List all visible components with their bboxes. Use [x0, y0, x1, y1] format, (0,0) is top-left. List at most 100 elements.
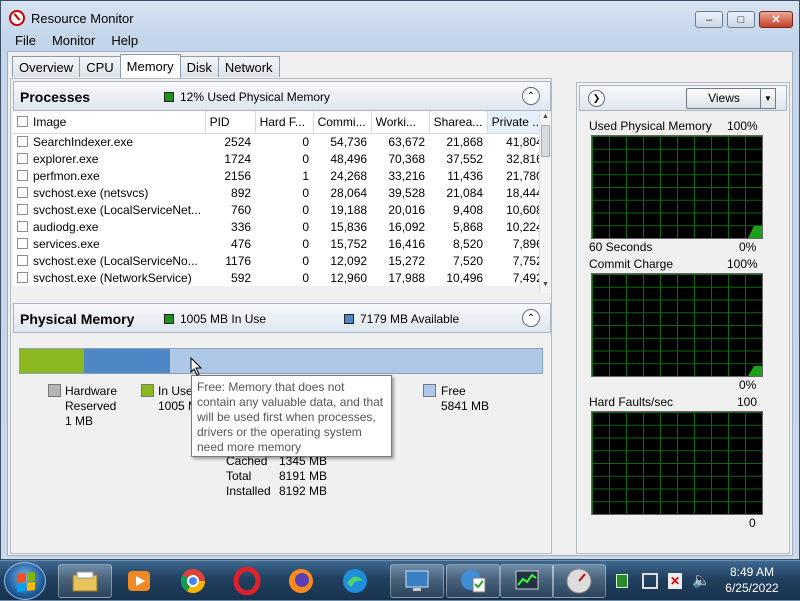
in-use-legend-label: In Use — [158, 384, 193, 399]
process-row[interactable]: svchost.exe (NetworkService)592012,96017… — [13, 269, 547, 286]
graph-footer-hard-faults-min: 0 — [749, 516, 756, 530]
process-cell: 7,896 — [487, 235, 547, 252]
process-row[interactable]: audiodg.exe336015,83616,0925,86810,224 — [13, 218, 547, 235]
column-header-commit[interactable]: Commi... — [313, 111, 371, 133]
firefox-icon[interactable] — [274, 564, 328, 598]
process-row[interactable]: perfmon.exe2156124,26833,21611,43621,780 — [13, 167, 547, 184]
process-row[interactable]: explorer.exe1724048,49670,36837,55232,81… — [13, 150, 547, 167]
processes-scrollbar[interactable]: ▲ ▼ — [539, 111, 551, 293]
process-cell: 7,492 — [487, 269, 547, 286]
taskbar-clock[interactable]: 8:49 AM 6/25/2022 — [716, 564, 788, 596]
menu-help[interactable]: Help — [103, 31, 146, 51]
process-cell: svchost.exe (netsvcs) — [13, 184, 205, 201]
edge-icon[interactable] — [328, 564, 382, 598]
process-row[interactable]: SearchIndexer.exe2524054,73663,67221,868… — [13, 133, 547, 150]
close-button[interactable]: ✕ — [759, 11, 793, 28]
processes-collapse-button[interactable]: ⌃ — [522, 87, 540, 105]
process-checkbox[interactable] — [17, 272, 28, 283]
checklist-icon[interactable] — [446, 564, 500, 598]
process-checkbox[interactable] — [17, 204, 28, 215]
scroll-down-icon[interactable]: ▼ — [542, 281, 549, 288]
select-all-checkbox[interactable] — [17, 116, 28, 127]
opera-icon[interactable] — [220, 564, 274, 598]
title-bar[interactable]: Resource Monitor – □ ✕ — [1, 1, 799, 31]
process-cell: explorer.exe — [13, 150, 205, 167]
process-cell: 0 — [255, 235, 313, 252]
process-cell: 476 — [205, 235, 255, 252]
process-image-name: svchost.exe (netsvcs) — [33, 186, 148, 200]
expand-pane-button[interactable]: ❯ — [588, 90, 605, 107]
standby-segment[interactable] — [84, 349, 170, 373]
resource-monitor-tray-icon[interactable] — [616, 574, 628, 588]
graph-footer-commit-min: 0% — [739, 378, 756, 392]
column-header-pid[interactable]: PID — [205, 111, 255, 133]
menu-file[interactable]: File — [7, 31, 44, 51]
process-cell: 892 — [205, 184, 255, 201]
windows-explorer-icon[interactable] — [58, 564, 112, 598]
process-image-name: explorer.exe — [33, 152, 98, 166]
process-cell: 15,836 — [313, 218, 371, 235]
process-cell: 70,368 — [371, 150, 429, 167]
processes-header[interactable]: Processes 12% Used Physical Memory ⌃ — [13, 81, 551, 111]
chrome-icon[interactable] — [166, 564, 220, 598]
process-row[interactable]: services.exe476015,75216,4168,5207,896 — [13, 235, 547, 252]
column-header-image[interactable]: Image — [13, 111, 205, 133]
performance-gauge-icon[interactable] — [552, 564, 606, 598]
tab-cpu[interactable]: CPU — [79, 56, 120, 77]
views-button[interactable]: Views — [686, 88, 762, 109]
tab-network[interactable]: Network — [218, 56, 280, 77]
menu-monitor[interactable]: Monitor — [44, 31, 103, 51]
commit-charge-graph — [591, 273, 763, 377]
process-checkbox[interactable] — [17, 187, 28, 198]
process-cell: 12,092 — [313, 252, 371, 269]
process-checkbox[interactable] — [17, 170, 28, 181]
physical-memory-header[interactable]: Physical Memory 1005 MB In Use 7179 MB A… — [13, 303, 551, 333]
physical-memory-collapse-button[interactable]: ⌃ — [522, 309, 540, 327]
process-checkbox[interactable] — [17, 238, 28, 249]
process-cell: audiodg.exe — [13, 218, 205, 235]
used-physical-memory-graph — [591, 135, 763, 239]
media-player-icon[interactable] — [112, 564, 166, 598]
process-row[interactable]: svchost.exe (LocalServiceNet...760019,18… — [13, 201, 547, 218]
process-cell: 592 — [205, 269, 255, 286]
action-center-icon[interactable]: ✕ — [668, 573, 682, 589]
process-checkbox[interactable] — [17, 255, 28, 266]
process-row[interactable]: svchost.exe (LocalServiceNo...1176012,09… — [13, 252, 547, 269]
column-header-private[interactable]: Private ... — [487, 111, 547, 133]
process-cell: 19,188 — [313, 201, 371, 218]
process-row[interactable]: svchost.exe (netsvcs)892028,06439,52821,… — [13, 184, 547, 201]
process-checkbox[interactable] — [17, 153, 28, 164]
scrollbar-thumb[interactable] — [541, 125, 550, 157]
views-dropdown-icon[interactable]: ▼ — [760, 88, 776, 109]
process-checkbox[interactable] — [17, 136, 28, 147]
minimize-button[interactable]: – — [695, 11, 723, 28]
column-header-hard-faults[interactable]: Hard F... — [255, 111, 313, 133]
hardware-reserved-swatch — [48, 384, 61, 397]
process-cell: 5,868 — [429, 218, 487, 235]
installed-label: Installed — [226, 484, 271, 498]
process-image-name: services.exe — [33, 237, 100, 251]
network-icon[interactable] — [642, 573, 658, 589]
process-cell: 336 — [205, 218, 255, 235]
process-cell: 28,064 — [313, 184, 371, 201]
column-header-shareable[interactable]: Sharea... — [429, 111, 487, 133]
resource-monitor-icon[interactable] — [500, 564, 554, 598]
in-use-segment[interactable] — [20, 349, 84, 373]
start-button[interactable] — [4, 562, 46, 600]
process-checkbox[interactable] — [17, 221, 28, 232]
process-cell: 17,988 — [371, 269, 429, 286]
process-cell: 10,496 — [429, 269, 487, 286]
tab-overview[interactable]: Overview — [12, 56, 80, 77]
free-segment[interactable] — [170, 349, 542, 373]
tab-disk[interactable]: Disk — [180, 56, 219, 77]
physical-memory-bar[interactable] — [19, 348, 543, 374]
maximize-button[interactable]: □ — [727, 11, 755, 28]
tab-memory[interactable]: Memory — [120, 54, 181, 78]
volume-icon[interactable]: 🔈 — [692, 571, 711, 589]
process-cell: 8,520 — [429, 235, 487, 252]
scroll-up-icon[interactable]: ▲ — [542, 113, 549, 120]
process-cell: 760 — [205, 201, 255, 218]
column-header-working[interactable]: Worki... — [371, 111, 429, 133]
column-label: Image — [33, 115, 66, 129]
remote-desktop-icon[interactable] — [390, 564, 444, 598]
